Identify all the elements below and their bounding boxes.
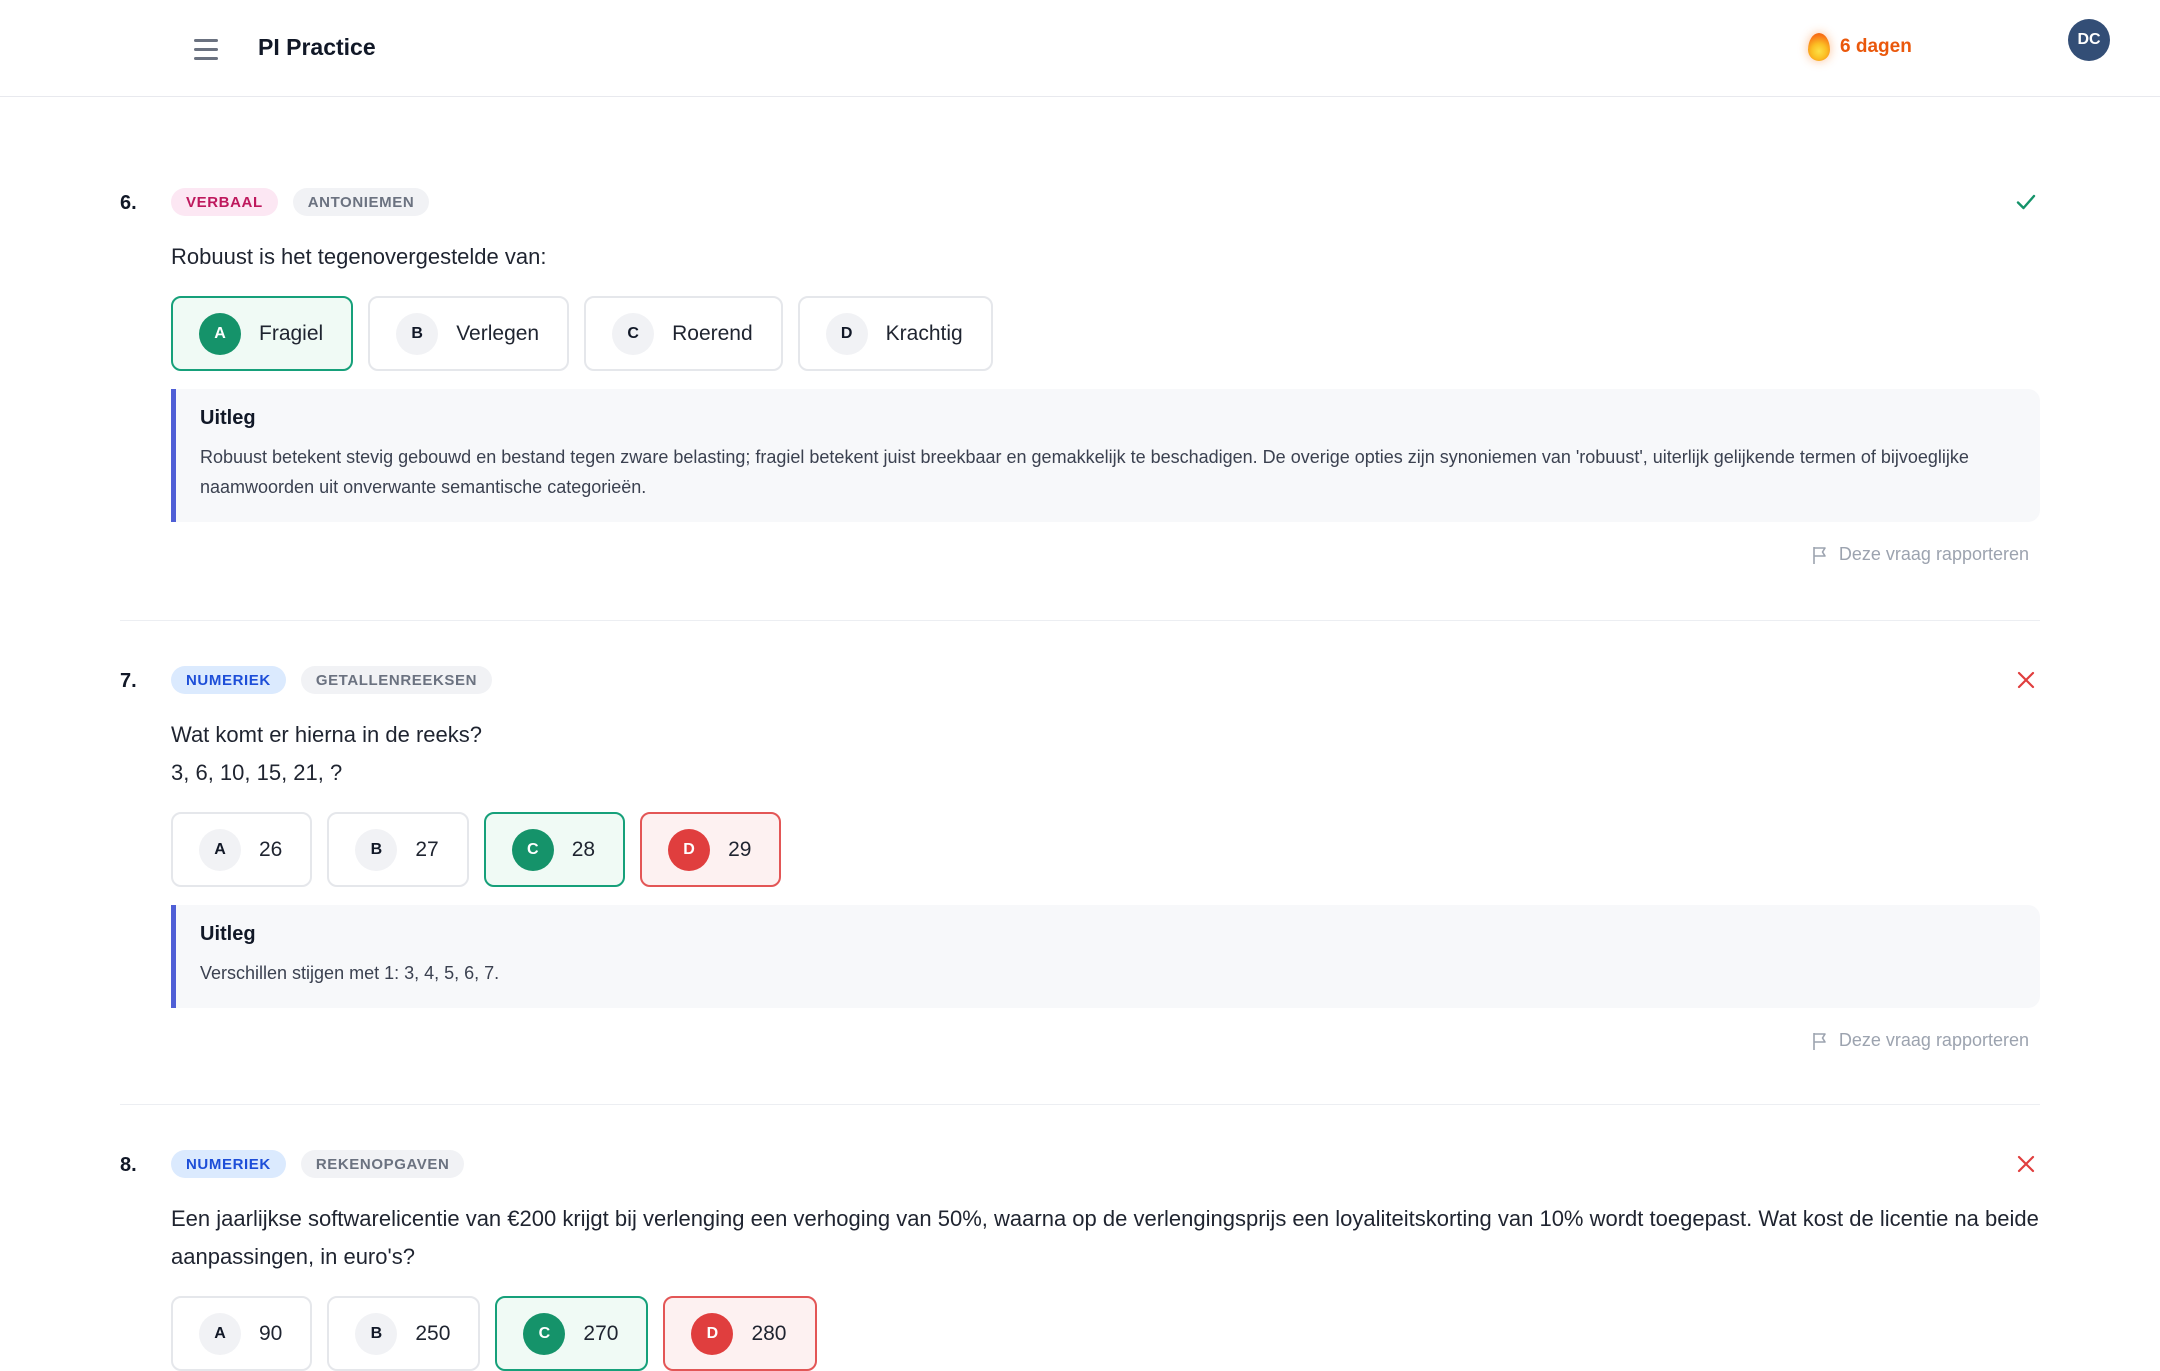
explanation-box: Uitleg Verschillen stijgen met 1: 3, 4, … xyxy=(171,905,2040,1008)
check-icon xyxy=(2012,188,2040,216)
option-d[interactable]: D 29 xyxy=(640,812,782,887)
option-letter: B xyxy=(355,828,398,871)
option-c[interactable]: C 28 xyxy=(483,812,626,887)
option-letter: D xyxy=(825,312,868,355)
question-text: Wat komt er hierna in de reeks? 3, 6, 10… xyxy=(171,716,2040,792)
option-letter: C xyxy=(612,312,655,355)
question-text: Robuust is het tegenovergestelde van: xyxy=(171,244,547,269)
question-header: 6. VERBAAL ANTONIEMEN xyxy=(120,188,2040,220)
question-sequence: 3, 6, 10, 15, 21, ? xyxy=(171,760,343,785)
top-bar: PI Practice 6 dagen DC xyxy=(0,0,2160,97)
option-value: 29 xyxy=(728,837,752,861)
explanation-text: Verschillen stijgen met 1: 3, 4, 5, 6, 7… xyxy=(200,963,500,983)
cross-icon xyxy=(2012,1150,2040,1178)
subcategory-badge: REKENOPGAVEN xyxy=(300,1150,465,1178)
option-letter: C xyxy=(523,1312,566,1355)
option-b[interactable]: B 250 xyxy=(327,1296,481,1371)
option-c[interactable]: C Roerend xyxy=(584,296,783,371)
option-letter: A xyxy=(199,828,241,871)
option-value: 250 xyxy=(415,1321,451,1345)
option-value: 26 xyxy=(259,837,283,861)
option-value: Verlegen xyxy=(456,321,540,345)
report-label: Deze vraag rapporteren xyxy=(1838,1030,2029,1050)
option-value: 27 xyxy=(415,837,439,861)
category-badge: VERBAAL xyxy=(171,188,278,216)
option-letter: A xyxy=(199,312,241,355)
option-value: 28 xyxy=(571,837,596,861)
category-badge: NUMERIEK xyxy=(171,666,286,694)
option-value: 90 xyxy=(259,1321,283,1345)
option-d[interactable]: D Krachtig xyxy=(797,296,993,371)
app-title: PI Practice xyxy=(258,34,376,60)
explanation-text: Robuust betekent stevig gebouwd en besta… xyxy=(200,447,1969,497)
question-number: 6. xyxy=(120,192,137,214)
option-a[interactable]: A 26 xyxy=(171,812,313,887)
option-d[interactable]: D 280 xyxy=(663,1296,817,1371)
avatar[interactable]: DC xyxy=(2068,19,2110,61)
hamburger-menu-icon[interactable] xyxy=(190,32,224,66)
option-letter: D xyxy=(668,828,711,871)
option-a[interactable]: A 90 xyxy=(171,1296,313,1371)
question-header: 7. NUMERIEK GETALLENREEKSEN xyxy=(120,666,2040,698)
option-value: Fragiel xyxy=(259,321,324,345)
flag-icon xyxy=(1813,1032,1826,1050)
answer-options: A Fragiel B Verlegen C Roerend D Krachti… xyxy=(171,296,2040,371)
option-value: Krachtig xyxy=(885,321,963,345)
option-letter: C xyxy=(511,828,554,871)
option-c[interactable]: C 270 xyxy=(495,1296,649,1371)
question-card: 8. NUMERIEK REKENOPGAVEN Een jaarlijkse … xyxy=(120,1150,2040,1371)
option-value: 280 xyxy=(751,1321,787,1345)
question-card: 7. NUMERIEK GETALLENREEKSEN Wat komt er … xyxy=(120,666,2040,1051)
streak-indicator: 6 dagen xyxy=(1808,33,1912,61)
question-text-line: Wat komt er hierna in de reeks? xyxy=(171,722,482,747)
report-question-link[interactable]: Deze vraag rapporteren xyxy=(120,1030,2040,1051)
flag-icon xyxy=(1813,546,1826,564)
option-b[interactable]: B 27 xyxy=(327,812,469,887)
answer-options: A 26 B 27 C 28 D 29 xyxy=(171,812,2040,887)
category-badge: NUMERIEK xyxy=(171,1150,286,1178)
explanation-title: Uitleg xyxy=(200,407,256,429)
question-card: 6. VERBAAL ANTONIEMEN Robuust is het teg… xyxy=(120,188,2040,565)
option-letter: B xyxy=(355,1312,398,1355)
option-b[interactable]: B Verlegen xyxy=(368,296,570,371)
subcategory-badge: ANTONIEMEN xyxy=(292,188,430,216)
answer-options: A 90 B 250 C 270 D 280 xyxy=(171,1296,2040,1371)
question-number: 8. xyxy=(120,1154,137,1176)
divider xyxy=(120,620,2040,621)
option-letter: B xyxy=(396,312,439,355)
divider xyxy=(120,1104,2040,1105)
option-value: 270 xyxy=(583,1321,619,1345)
option-letter: D xyxy=(691,1312,734,1355)
report-question-link[interactable]: Deze vraag rapporteren xyxy=(120,544,2040,565)
option-value: Roerend xyxy=(672,321,753,345)
flame-icon xyxy=(1808,33,1830,61)
option-letter: A xyxy=(199,1312,241,1355)
subcategory-badge: GETALLENREEKSEN xyxy=(300,666,493,694)
explanation-title: Uitleg xyxy=(200,923,256,945)
question-header: 8. NUMERIEK REKENOPGAVEN xyxy=(120,1150,2040,1182)
cross-icon xyxy=(2012,666,2040,694)
option-a[interactable]: A Fragiel xyxy=(171,296,354,371)
explanation-box: Uitleg Robuust betekent stevig gebouwd e… xyxy=(171,389,2040,522)
streak-text: 6 dagen xyxy=(1840,36,1912,57)
question-number: 7. xyxy=(120,670,137,692)
report-label: Deze vraag rapporteren xyxy=(1838,544,2029,564)
question-text: Een jaarlijkse softwarelicentie van €200… xyxy=(171,1206,2039,1269)
